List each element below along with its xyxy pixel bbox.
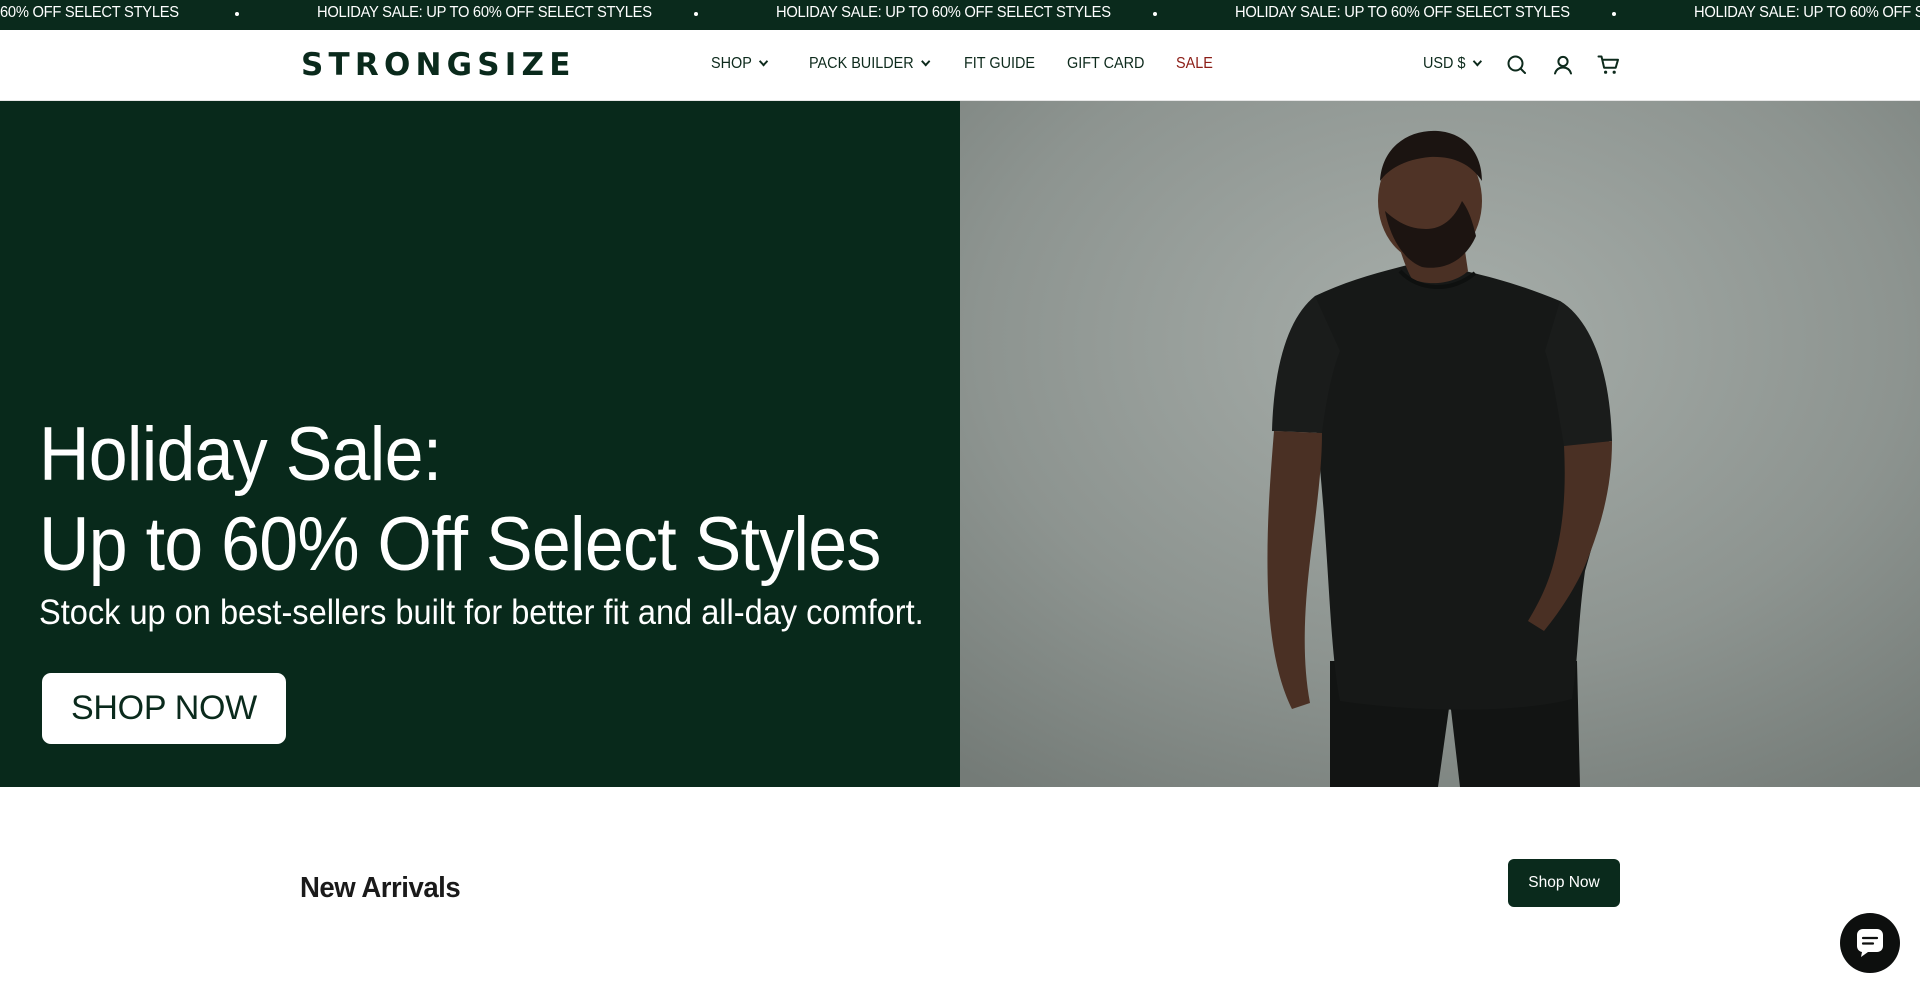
announcement-text: HOLIDAY SALE: UP TO 60% OFF SELECT STYLE… [1694, 4, 1920, 21]
chat-button[interactable] [1840, 913, 1900, 973]
hero-text-panel: Holiday Sale: Up to 60% Off Select Style… [0, 101, 960, 787]
hero-model-image [960, 101, 1920, 787]
hero-title-line1: Holiday Sale: [39, 412, 442, 497]
site-header: STRONGSIZE SHOP PACK BUILDER FIT GUIDE G… [0, 30, 1920, 101]
hero-banner: Holiday Sale: Up to 60% Off Select Style… [0, 101, 1920, 787]
chevron-down-icon [758, 56, 769, 67]
new-arrivals-shop-now-button[interactable]: Shop Now [1508, 859, 1620, 907]
announcement-text: HOLIDAY SALE: UP TO 60% OFF SELECT STYLE… [1235, 4, 1570, 21]
currency-label: USD $ [1423, 55, 1466, 72]
announcement-text: HOLIDAY SALE: UP TO 60% OFF SELECT STYLE… [317, 4, 652, 21]
cart-icon[interactable] [1596, 52, 1622, 78]
announcement-text: HOLIDAY SALE: UP TO 60% OFF SELECT STYLE… [776, 4, 1111, 21]
new-arrivals-title: New Arrivals [300, 872, 461, 904]
separator-dot [694, 12, 698, 16]
search-icon[interactable] [1504, 52, 1530, 78]
announcement-bar: 60% OFF SELECT STYLES HOLIDAY SALE: UP T… [0, 0, 1920, 30]
separator-dot [1153, 12, 1157, 16]
account-icon[interactable] [1550, 52, 1576, 78]
nav-fit-guide[interactable]: FIT GUIDE [964, 30, 1035, 100]
hero-title-line2: Up to 60% Off Select Styles [39, 502, 881, 587]
chevron-down-icon [920, 56, 930, 67]
nav-sale[interactable]: SALE [1176, 30, 1213, 100]
logo[interactable]: STRONGSIZE [301, 48, 576, 82]
nav-pack-builder[interactable]: PACK BUILDER [809, 30, 930, 100]
nav-shop[interactable]: SHOP [711, 30, 769, 100]
chat-bubble-icon [1857, 929, 1883, 957]
chevron-down-icon [1472, 56, 1482, 67]
currency-selector[interactable]: USD $ [1423, 30, 1482, 100]
nav-pack-builder-label: PACK BUILDER [809, 55, 914, 72]
hero-shop-now-button[interactable]: SHOP NOW [42, 673, 286, 744]
hero-subtitle: Stock up on best-sellers built for bette… [39, 593, 924, 632]
nav-gift-card[interactable]: GIFT CARD [1067, 30, 1144, 100]
announcement-text: 60% OFF SELECT STYLES [0, 4, 179, 21]
nav-shop-label: SHOP [711, 55, 752, 72]
separator-dot [1612, 12, 1616, 16]
separator-dot [235, 12, 239, 16]
hero-title: Holiday Sale: Up to 60% Off Select Style… [39, 410, 881, 590]
model-photo-illustration [960, 101, 1920, 787]
